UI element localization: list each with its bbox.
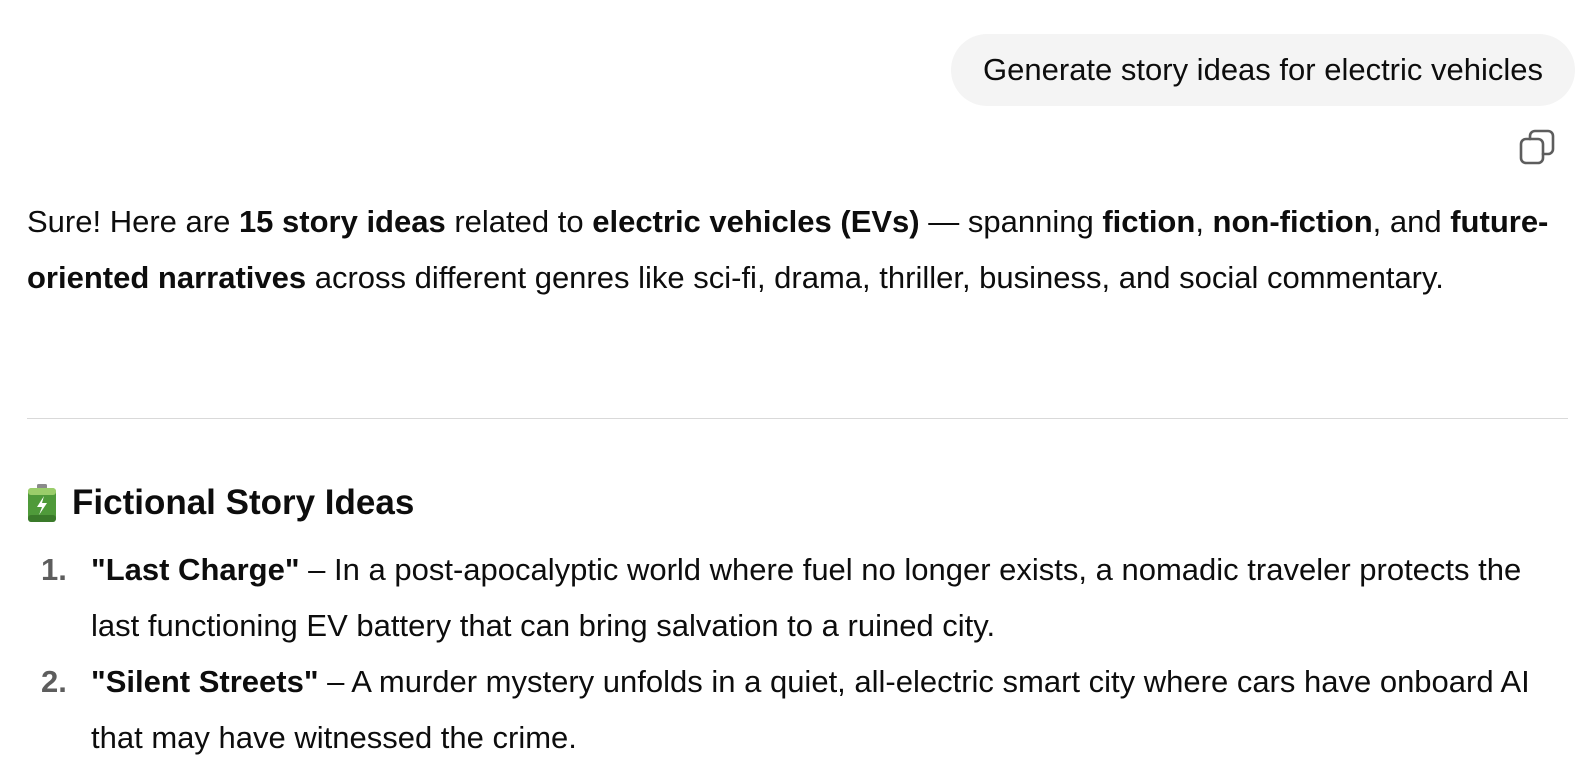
copy-message-button[interactable] (1518, 128, 1556, 166)
story-title: "Silent Streets" (91, 664, 319, 699)
list-item: 1. "Last Charge" – In a post-apocalyptic … (27, 542, 1568, 654)
intro-text: , (1195, 204, 1213, 239)
battery-icon (27, 484, 57, 522)
story-title: "Last Charge" (91, 552, 300, 587)
intro-bold-fiction: fiction (1102, 204, 1196, 239)
user-message-text: Generate story ideas for electric vehicl… (983, 52, 1543, 87)
section-heading-text: Fictional Story Ideas (72, 483, 415, 522)
intro-text: — spanning (919, 204, 1103, 239)
section-divider (27, 418, 1568, 419)
section-heading: Fictional Story Ideas (27, 479, 414, 527)
intro-text: related to (445, 204, 593, 239)
story-description: – In a post-apocalyptic world where fuel… (91, 552, 1522, 643)
intro-text: across different genres like sci-fi, dra… (306, 260, 1444, 295)
intro-text: , and (1372, 204, 1451, 239)
list-item: 2. "Silent Streets" – A murder mystery un… (27, 654, 1568, 766)
intro-bold-nonfiction: non-fiction (1212, 204, 1373, 239)
intro-bold-topic: electric vehicles (EVs) (592, 204, 920, 239)
user-message-bubble: Generate story ideas for electric vehicl… (951, 34, 1575, 106)
list-item-number: 2. (41, 664, 67, 699)
list-item-number: 1. (41, 552, 67, 587)
intro-text: Sure! Here are (27, 204, 239, 239)
intro-bold-count: 15 story ideas (238, 204, 446, 239)
copy-icon (1519, 129, 1555, 165)
story-list: 1. "Last Charge" – In a post-apocalyptic … (27, 542, 1568, 766)
response-intro: Sure! Here are 15 story ideas related to… (27, 194, 1562, 306)
